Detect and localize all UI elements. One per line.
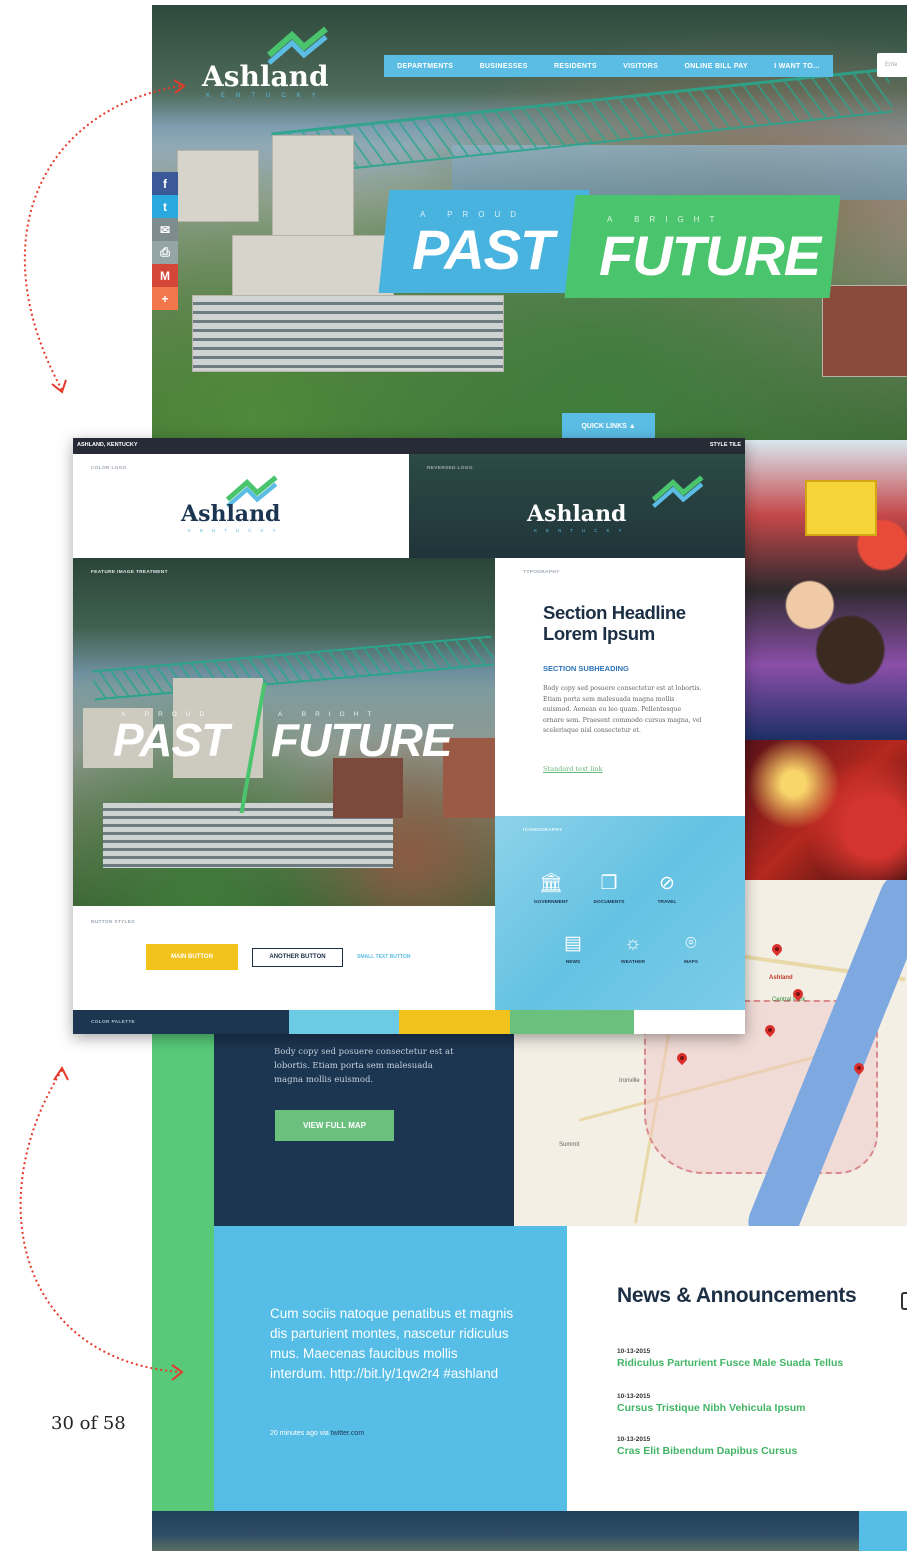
annotation-arrows <box>19 79 186 1381</box>
arrowhead-icon <box>53 1066 69 1081</box>
page-number: 30 of 58 <box>51 1413 126 1434</box>
annotation-arrow <box>19 1069 181 1373</box>
arrowhead-icon <box>51 379 67 394</box>
annotation-arrow <box>23 85 181 391</box>
